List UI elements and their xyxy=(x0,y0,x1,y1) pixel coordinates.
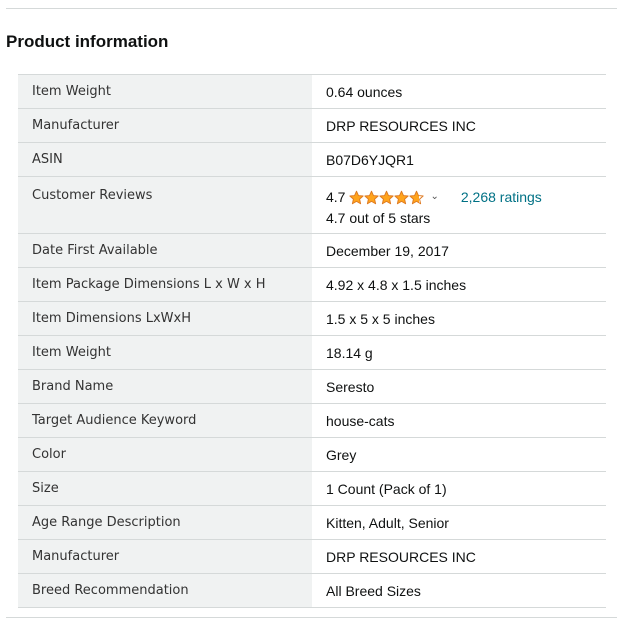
chevron-down-icon[interactable]: ⌄ xyxy=(430,191,438,202)
row-label: Brand Name xyxy=(18,370,312,403)
row-label: Item Package Dimensions L x W x H xyxy=(18,268,312,301)
product-info-table: Item Weight 0.64 ounces Manufacturer DRP… xyxy=(18,74,606,608)
star-icon xyxy=(409,190,425,204)
table-row: ASIN B07D6YJQR1 xyxy=(18,142,606,176)
table-row: Size 1 Count (Pack of 1) xyxy=(18,471,606,505)
row-label: Size xyxy=(18,472,312,505)
row-label: ASIN xyxy=(18,143,312,176)
row-label: Item Dimensions LxWxH xyxy=(18,302,312,335)
table-row: Item Package Dimensions L x W x H 4.92 x… xyxy=(18,267,606,301)
star-icon xyxy=(349,190,365,204)
customer-reviews-value: 4.7 ⌄ 2,268 ratings 4.7 out of 5 stars xyxy=(312,177,606,233)
star-icon xyxy=(379,190,395,204)
row-label: Color xyxy=(18,438,312,471)
row-value: 1.5 x 5 x 5 inches xyxy=(326,310,435,327)
table-row: Manufacturer DRP RESOURCES INC xyxy=(18,539,606,573)
row-value: 18.14 g xyxy=(326,344,373,361)
row-label: Manufacturer xyxy=(18,109,312,142)
row-value: house-cats xyxy=(326,412,395,429)
row-value: All Breed Sizes xyxy=(326,582,421,599)
row-value: B07D6YJQR1 xyxy=(326,151,414,168)
top-divider xyxy=(6,8,617,9)
row-label: Item Weight xyxy=(18,336,312,369)
table-row: Brand Name Seresto xyxy=(18,369,606,403)
star-icon xyxy=(394,190,410,204)
row-label: Customer Reviews xyxy=(18,177,312,233)
table-row: Item Weight 18.14 g xyxy=(18,335,606,369)
row-value: Seresto xyxy=(326,378,375,395)
row-value: 1 Count (Pack of 1) xyxy=(326,480,447,497)
section-title: Product information xyxy=(6,32,169,51)
row-value: 4.92 x 4.8 x 1.5 inches xyxy=(326,276,467,293)
row-value: DRP RESOURCES INC xyxy=(326,548,476,565)
table-row: Item Weight 0.64 ounces xyxy=(18,74,606,108)
bottom-divider xyxy=(6,617,617,618)
table-row: Date First Available December 19, 2017 xyxy=(18,233,606,267)
rating-number[interactable]: 4.7 xyxy=(326,189,345,205)
star-rating[interactable] xyxy=(349,190,425,205)
row-value: Kitten, Adult, Senior xyxy=(326,514,449,531)
table-row: Target Audience Keyword house-cats xyxy=(18,403,606,437)
row-label: Manufacturer xyxy=(18,540,312,573)
table-row: Age Range Description Kitten, Adult, Sen… xyxy=(18,505,606,539)
table-row: Manufacturer DRP RESOURCES INC xyxy=(18,108,606,142)
row-label: Target Audience Keyword xyxy=(18,404,312,437)
rating-line: 4.7 ⌄ 2,268 ratings xyxy=(326,188,606,206)
row-value: Grey xyxy=(326,446,357,463)
row-value: December 19, 2017 xyxy=(326,242,449,259)
table-row: Color Grey xyxy=(18,437,606,471)
table-row-customer-reviews: Customer Reviews 4.7 ⌄ 2,268 ratings 4.7… xyxy=(18,176,606,233)
row-value: DRP RESOURCES INC xyxy=(326,117,476,134)
row-label: Date First Available xyxy=(18,234,312,267)
row-label: Item Weight xyxy=(18,75,312,108)
row-value: 0.64 ounces xyxy=(326,83,403,100)
row-label: Age Range Description xyxy=(18,506,312,539)
ratings-link[interactable]: 2,268 ratings xyxy=(461,189,542,205)
star-icon xyxy=(364,190,380,204)
rating-out-of-text: 4.7 out of 5 stars xyxy=(326,210,431,226)
table-row: Item Dimensions LxWxH 1.5 x 5 x 5 inches xyxy=(18,301,606,335)
row-label: Breed Recommendation xyxy=(18,574,312,607)
table-row: Breed Recommendation All Breed Sizes xyxy=(18,573,606,608)
